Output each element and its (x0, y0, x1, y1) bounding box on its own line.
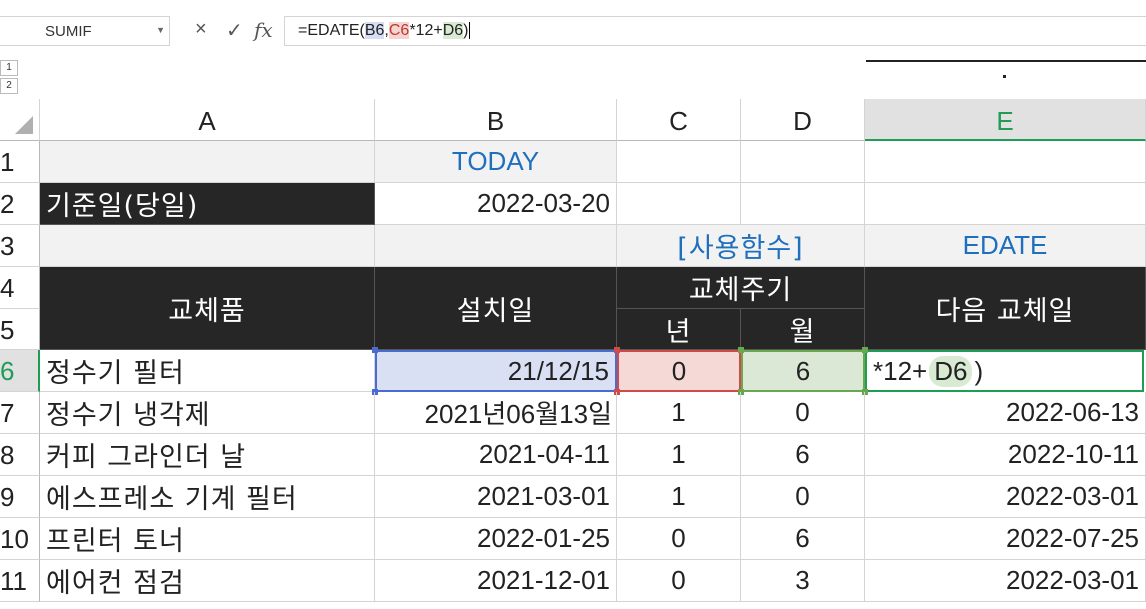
row-header-7[interactable]: 7 (0, 392, 40, 434)
cell-next[interactable]: 2022-07-25 (865, 518, 1146, 560)
enter-icon[interactable]: ✓ (226, 18, 243, 43)
row-header-3[interactable]: 3 (0, 225, 40, 267)
cell-b2[interactable]: 2022-03-20 (375, 183, 617, 225)
cell-c6[interactable]: 0 (617, 350, 741, 392)
header-cycle[interactable]: 교체주기 (617, 267, 865, 309)
cell-year[interactable]: 0 (617, 560, 741, 602)
outline-level-2-button[interactable]: 2 (0, 78, 18, 94)
formula-ref-b6: B6 (364, 22, 385, 39)
cell-b1[interactable]: TODAY (375, 141, 617, 183)
formula-part: ) (463, 22, 469, 39)
cell-month[interactable]: 0 (741, 392, 865, 434)
cell-next[interactable]: 2022-10-11 (865, 434, 1146, 476)
edit-text: ) (974, 355, 984, 386)
cell-month[interactable]: 3 (741, 560, 865, 602)
outline-group-line (866, 60, 1146, 62)
select-all-icon (15, 116, 33, 134)
cell-b3[interactable] (375, 225, 617, 267)
cell-year[interactable]: 0 (617, 518, 741, 560)
row-header-2[interactable]: 2 (0, 183, 40, 225)
header-next-date[interactable]: 다음 교체일 (865, 267, 1146, 350)
cell-a2[interactable]: 기준일(당일) (40, 183, 375, 225)
cell-install[interactable]: 2022-01-25 (375, 518, 617, 560)
cell-item[interactable]: 정수기 냉각제 (40, 392, 375, 434)
range-handle[interactable] (738, 347, 744, 353)
header-year[interactable]: 년 (617, 309, 741, 350)
row-header-8[interactable]: 8 (0, 434, 40, 476)
cell-year[interactable]: 1 (617, 476, 741, 518)
row-header-10[interactable]: 10 (0, 518, 40, 560)
cell-install[interactable]: 2021-03-01 (375, 476, 617, 518)
cell-year[interactable]: 1 (617, 392, 741, 434)
cell-next[interactable]: 2022-03-01 (865, 560, 1146, 602)
formula-bar: SUMIF ▼ × ✓ fx =EDATE(B6,C6*12+D6) (0, 0, 1146, 64)
column-header-b[interactable]: B (375, 99, 617, 141)
cell-d1[interactable] (741, 141, 865, 183)
header-month[interactable]: 월 (741, 309, 865, 350)
cell-c3-merged[interactable]: [사용함수] (617, 225, 865, 267)
cell-install[interactable]: 2021-12-01 (375, 560, 617, 602)
header-install-date[interactable]: 설치일 (375, 267, 617, 350)
cell-next[interactable]: 2022-03-01 (865, 476, 1146, 518)
cell-item[interactable]: 프린터 토너 (40, 518, 375, 560)
row-header-5[interactable]: 5 (0, 309, 40, 350)
column-header-c[interactable]: C (617, 99, 741, 141)
insert-function-button[interactable]: fx (254, 18, 273, 42)
cell-e3[interactable]: EDATE (865, 225, 1146, 267)
edit-text: *12+ (873, 355, 928, 386)
select-all-button[interactable] (0, 99, 40, 141)
cell-d6[interactable]: 6 (741, 350, 865, 392)
outline-bar: 1 2 (0, 56, 1146, 98)
cell-install[interactable]: 2021년06월13일 (375, 392, 617, 434)
cell-a3[interactable] (40, 225, 375, 267)
cell-b6[interactable]: 21/12/15 (375, 350, 617, 392)
cell-next[interactable]: 2022-06-13 (865, 392, 1146, 434)
name-box[interactable]: SUMIF ▼ (0, 16, 170, 46)
cell-year[interactable]: 1 (617, 434, 741, 476)
row-header-9[interactable]: 9 (0, 476, 40, 518)
cell-month[interactable]: 6 (741, 518, 865, 560)
text-cursor (469, 22, 471, 39)
formula-part: =EDATE( (298, 22, 365, 39)
range-handle[interactable] (862, 347, 868, 353)
cell-item[interactable]: 커피 그라인더 날 (40, 434, 375, 476)
cell-month[interactable]: 0 (741, 476, 865, 518)
formula-part: *12+ (409, 22, 443, 39)
column-header-e[interactable]: E (865, 99, 1146, 141)
cell-e6-editor[interactable]: *12+ D6) (865, 350, 1144, 392)
cell-c2[interactable] (617, 183, 741, 225)
cell-c1[interactable] (617, 141, 741, 183)
chevron-down-icon[interactable]: ▼ (156, 25, 165, 35)
column-header-a[interactable]: A (40, 99, 375, 141)
formula-ref-c6: C6 (388, 22, 410, 39)
formula-input[interactable]: =EDATE(B6,C6*12+D6) (284, 16, 1146, 46)
edit-ref-d6: D6 (929, 355, 973, 387)
cell-e2[interactable] (865, 183, 1146, 225)
cell-d2[interactable] (741, 183, 865, 225)
cell-month[interactable]: 6 (741, 434, 865, 476)
column-header-d[interactable]: D (741, 99, 865, 141)
cell-item[interactable]: 에스프레소 기계 필터 (40, 476, 375, 518)
header-item[interactable]: 교체품 (40, 267, 375, 350)
row-header-4[interactable]: 4 (0, 267, 40, 309)
cell-a6[interactable]: 정수기 필터 (40, 350, 375, 392)
cancel-icon[interactable]: × (195, 18, 207, 41)
formula-ref-d6: D6 (442, 22, 464, 39)
row-header-1[interactable]: 1 (0, 141, 40, 183)
cell-install[interactable]: 2021-04-11 (375, 434, 617, 476)
row-header-6[interactable]: 6 (0, 350, 40, 392)
cell-item[interactable]: 에어컨 점검 (40, 560, 375, 602)
row-header-11[interactable]: 11 (0, 560, 40, 602)
range-handle[interactable] (372, 347, 378, 353)
name-box-value: SUMIF (45, 23, 92, 40)
outline-level-1-button[interactable]: 1 (0, 60, 18, 76)
cell-e1[interactable] (865, 141, 1146, 183)
outline-group-dot (1003, 75, 1006, 78)
cell-a1[interactable] (40, 141, 375, 183)
range-handle[interactable] (614, 347, 620, 353)
